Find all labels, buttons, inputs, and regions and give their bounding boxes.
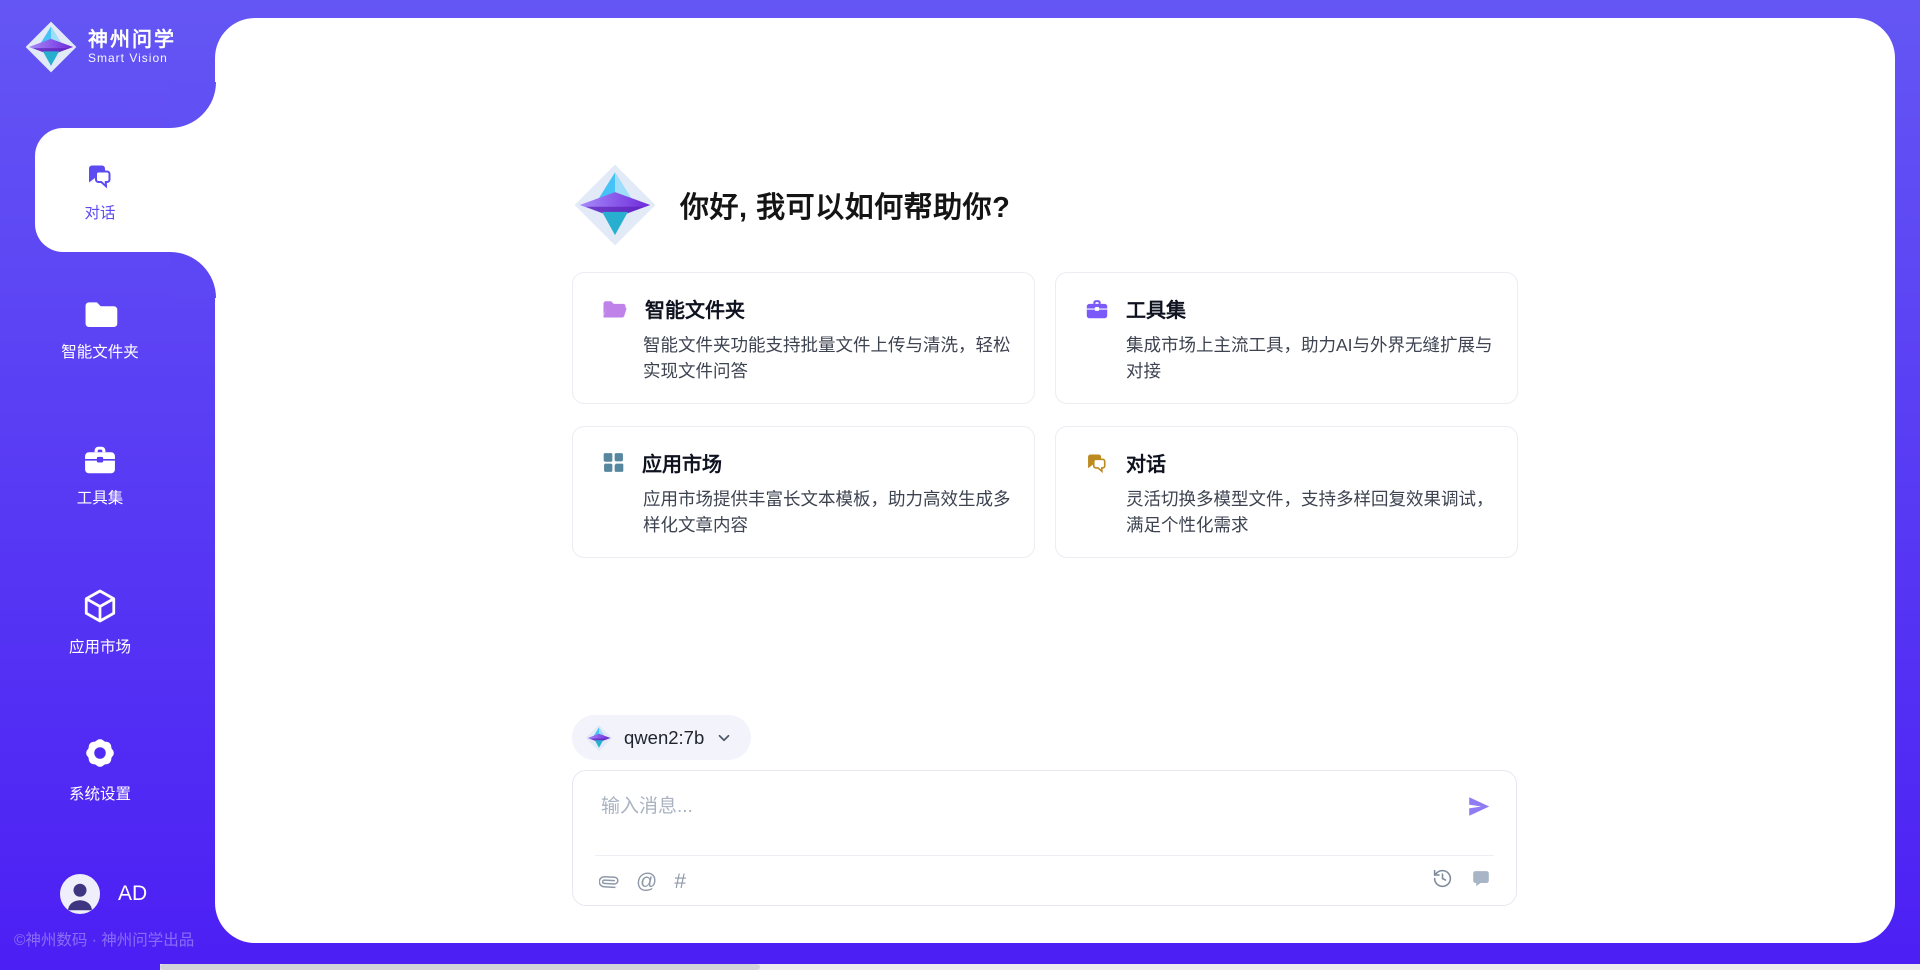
card-description: 应用市场提供丰富长文本模板，助力高效生成多样化文章内容	[643, 486, 1025, 539]
sidebar-item-label: 对话	[84, 201, 115, 223]
sidebar-item-chat[interactable]: 对话	[0, 160, 200, 223]
user-profile[interactable]: AD	[60, 874, 147, 914]
brand-name: 神州问学	[88, 29, 176, 51]
message-input[interactable]: 输入消息...	[601, 791, 693, 818]
model-gem-icon	[585, 724, 613, 752]
card-title: 智能文件夹	[645, 294, 745, 323]
cube-icon	[80, 586, 120, 626]
hash-icon[interactable]: #	[674, 867, 686, 897]
card-toolset[interactable]: 工具集 集成市场上主流工具，助力AI与外界无缝扩展与对接	[1055, 272, 1518, 404]
message-composer[interactable]: 输入消息... @ #	[572, 770, 1517, 906]
card-app-market[interactable]: 应用市场 应用市场提供丰富长文本模板，助力高效生成多样化文章内容	[572, 426, 1035, 558]
chat-icon	[84, 160, 116, 192]
gear-icon	[80, 733, 120, 773]
toolbox-icon	[81, 441, 119, 477]
sidebar-item-settings[interactable]: 系统设置	[0, 733, 200, 804]
grid-icon	[601, 450, 626, 475]
chat-bubble-icon[interactable]	[1470, 867, 1492, 889]
mention-icon[interactable]: @	[636, 867, 657, 897]
greeting-text: 你好, 我可以如何帮助你?	[680, 184, 1010, 226]
card-description: 智能文件夹功能支持批量文件上传与清洗，轻松实现文件问答	[643, 332, 1025, 385]
user-icon	[60, 874, 100, 914]
card-title: 应用市场	[642, 448, 722, 477]
folder-icon	[81, 297, 119, 331]
horizontal-scrollbar	[160, 964, 1920, 970]
sidebar-item-label: 智能文件夹	[61, 340, 139, 362]
sidebar-item-toolset[interactable]: 工具集	[0, 441, 200, 508]
chevron-down-icon	[715, 729, 733, 747]
toolbox-icon	[1084, 296, 1110, 321]
greeting-block: 你好, 我可以如何帮助你?	[572, 162, 1010, 248]
model-name: qwen2:7b	[624, 727, 704, 749]
chat-bubbles-icon	[1084, 450, 1110, 476]
folder-open-icon	[601, 297, 629, 321]
sidebar-item-label: 应用市场	[69, 635, 131, 657]
app-root: 神州问学 Smart Vision 对话 智能文件夹 工具集	[0, 0, 1920, 970]
sidebar-item-label: 系统设置	[69, 782, 131, 804]
user-name: AD	[118, 882, 147, 906]
card-title: 工具集	[1126, 294, 1186, 323]
assistant-gem-icon	[572, 162, 658, 248]
history-icon[interactable]	[1432, 868, 1453, 889]
brand-logo: 神州问学 Smart Vision	[24, 20, 176, 74]
sidebar-item-label: 工具集	[77, 486, 124, 508]
card-description: 灵活切换多模型文件，支持多样回复效果调试，满足个性化需求	[1126, 486, 1508, 539]
sidebar-item-smart-folder[interactable]: 智能文件夹	[0, 297, 200, 362]
brand-subtitle: Smart Vision	[88, 51, 176, 65]
send-icon[interactable]	[1465, 793, 1492, 820]
brand-gem-icon	[24, 20, 78, 74]
model-selector[interactable]: qwen2:7b	[572, 715, 751, 760]
paperclip-icon[interactable]	[599, 871, 619, 893]
avatar	[60, 874, 100, 914]
card-chat[interactable]: 对话 灵活切换多模型文件，支持多样回复效果调试，满足个性化需求	[1055, 426, 1518, 558]
card-smart-folder[interactable]: 智能文件夹 智能文件夹功能支持批量文件上传与清洗，轻松实现文件问答	[572, 272, 1035, 404]
card-title: 对话	[1126, 448, 1166, 477]
card-description: 集成市场上主流工具，助力AI与外界无缝扩展与对接	[1126, 332, 1508, 385]
sidebar-item-app-market[interactable]: 应用市场	[0, 586, 200, 657]
scrollbar-thumb[interactable]	[160, 964, 760, 970]
copyright-footer: ©神州数码 · 神州问学出品	[14, 928, 194, 950]
composer-divider	[595, 855, 1494, 856]
